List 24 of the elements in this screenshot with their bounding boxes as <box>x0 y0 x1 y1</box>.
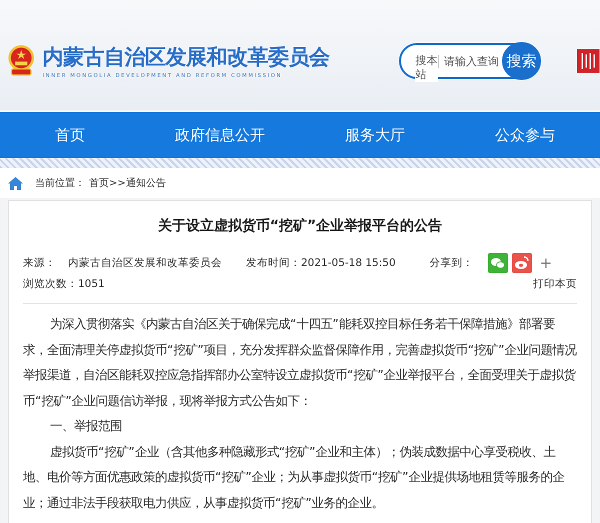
search-field[interactable]: 搜本站 请输入查询 搜索 <box>399 43 540 79</box>
article-paragraph: 为深入贯彻落实《内蒙古自治区关于确保完成“十四五”能耗双控目标任务若干保障措施》部署要求，全面清理关停虚拟货币“挖矿”项目，充分发挥群众监督保障作用，完善虚拟货币“挖矿”企业问题情况举报渠道，自治区能耗双控应急指挥部办公室特设立虚拟货币“挖矿”企业举报平台，全面受理关于虚拟货币“挖矿”企业问题信访举报，现将举报方式公告如下： <box>23 316 577 410</box>
article-title: 关于设立虚拟货币“挖矿”企业举报平台的公告 <box>156 217 444 235</box>
nav-tab[interactable]: 公众参与 <box>450 112 600 158</box>
nav-tab[interactable]: 首页 <box>0 112 140 158</box>
breadcrumb-path[interactable]: 首页>>通知公告 <box>89 176 166 190</box>
publish-time: 发布时间：2021-05-18 15:50 <box>246 256 396 270</box>
search-button[interactable]: 搜索 <box>502 42 542 80</box>
site-title: 内蒙古自治区发展和改革委员会 <box>42 44 330 71</box>
more-share-button[interactable]: + <box>540 254 552 272</box>
home-icon <box>8 176 23 190</box>
chat-bubbles-icon[interactable] <box>488 253 508 273</box>
weibo-icon[interactable] <box>512 253 532 273</box>
nav-tab[interactable]: 服务大厅 <box>300 112 450 158</box>
share-label: 分享到： <box>430 256 474 270</box>
print-link[interactable]: 打印本页 <box>533 277 577 291</box>
article-paragraph: 一、举报范围 <box>49 418 124 435</box>
source-text: 内蒙古自治区发展和改革委员会 <box>68 256 222 270</box>
article-paragraph: 虚拟货币“挖矿”企业（含其他多种隐藏形式“挖矿”企业和主体）；伪装成数据中心享受税收、土地、电价等方面优惠政策的虚拟货币“挖矿”企业；为从事虚拟货币“挖矿”企业提供场地租赁等服务的企业；通过非法手段获取电力供应，从事虚拟货币“挖矿”业务的企业。 <box>23 444 566 512</box>
search-scope[interactable]: 搜本站 <box>415 54 438 82</box>
nav-tab[interactable]: 政府信息公开 <box>140 112 300 158</box>
source-label: 来源： <box>23 256 56 270</box>
view-count: 浏览次数：1051 <box>23 277 105 291</box>
breadcrumb-label: 当前位置： <box>35 176 85 190</box>
